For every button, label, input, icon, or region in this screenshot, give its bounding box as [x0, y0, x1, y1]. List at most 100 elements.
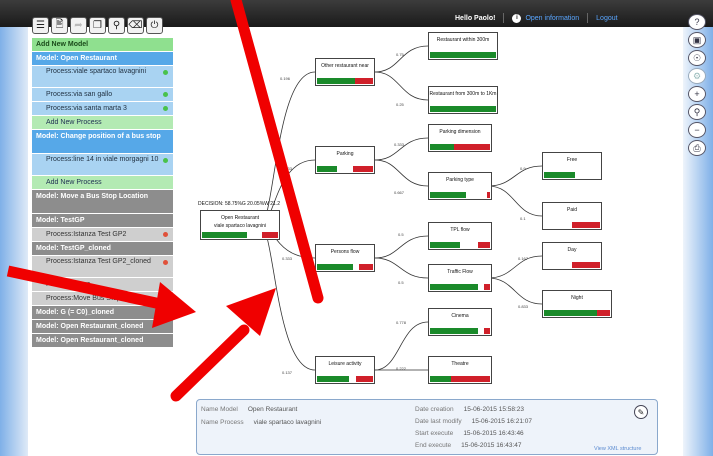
info-name-process: Name Process viale spartaco lavagnini: [201, 419, 321, 426]
logout-link[interactable]: Logout: [596, 15, 617, 22]
score-bar: [544, 222, 600, 228]
bar-green: [430, 106, 496, 112]
sidebar-process-item[interactable]: Process:viale spartaco lavagnini: [32, 66, 173, 88]
copy-icon[interactable]: ❐: [89, 17, 106, 34]
process-info-panel: Name Model Open Restaurant Name Process vi…: [196, 399, 658, 455]
info-key: Name Process: [201, 419, 244, 426]
target-icon[interactable]: ☉: [688, 50, 706, 66]
window-icon[interactable]: ▣: [688, 32, 706, 48]
bar-red: [355, 78, 373, 84]
node-parking-dimension[interactable]: Parking dimension: [428, 124, 492, 152]
bar-white: [336, 166, 354, 172]
probability-label: 0.25: [396, 102, 404, 107]
node-paid[interactable]: Paid: [542, 202, 602, 230]
bar-green: [430, 52, 496, 58]
bar-green: [430, 328, 478, 334]
bar-red: [572, 222, 600, 228]
node-traffic-flow[interactable]: Traffic Flow: [428, 264, 492, 292]
zoom-in-icon[interactable]: +: [688, 86, 706, 102]
add-new-model-button[interactable]: Add New Model: [32, 38, 173, 52]
info-value: viale spartaco lavagnini: [253, 419, 322, 426]
process-label: Process:Move Bus Stop: [46, 295, 121, 302]
node-from-300-1km[interactable]: Restaurant from 300m to 1Km: [428, 86, 498, 114]
sidebar-process-item[interactable]: Process:via santa marta 3: [32, 102, 173, 116]
bar-red: [353, 166, 373, 172]
node-title: Traffic Flow: [447, 269, 473, 275]
sidebar-process-item[interactable]: Process:Move: [32, 278, 173, 292]
zoom-fit-icon[interactable]: ⚲: [688, 104, 706, 120]
document-icon[interactable]: 🖹: [51, 17, 68, 34]
status-dot-icon: [163, 260, 168, 265]
bar-red: [596, 310, 610, 316]
bar-green: [430, 376, 451, 382]
score-bar: [544, 310, 610, 316]
sidebar-process-item[interactable]: Process:via san gallo: [32, 88, 173, 102]
node-leisure-activity[interactable]: Leisure activity: [315, 356, 375, 384]
view-xml-link[interactable]: View XML structure: [594, 446, 641, 452]
node-title: Leisure activity: [328, 361, 362, 367]
sidebar-process-item[interactable]: Process:Istanza Test GP2_cloned: [32, 256, 173, 278]
node-subtitle: viale spartaco lavagnini: [214, 223, 266, 229]
delete-icon[interactable]: ⌫: [127, 17, 144, 34]
probability-label: 0.1: [520, 216, 526, 221]
menu-icon[interactable]: ☰: [32, 17, 49, 34]
info-date-creation: Date creation 15-06-2015 15:58:23: [415, 406, 524, 413]
search-icon[interactable]: ⚲: [108, 17, 125, 34]
sidebar-model-open-restaurant-cloned[interactable]: Model: Open Restaurant_cloned: [32, 334, 173, 348]
score-bar: [544, 172, 600, 178]
node-other-restaurant[interactable]: Other restaurant near: [315, 58, 375, 86]
node-parking-type[interactable]: Parking type: [428, 172, 492, 200]
zoom-out-icon[interactable]: −: [688, 122, 706, 138]
bar-white: [544, 222, 572, 228]
node-free[interactable]: Free: [542, 152, 602, 180]
help-icon[interactable]: ?: [688, 14, 706, 30]
add-new-process-button[interactable]: Add New Process: [32, 116, 173, 130]
sidebar-model-open-restaurant[interactable]: Model: Open Restaurant: [32, 52, 173, 66]
bar-red: [262, 232, 278, 238]
probability-label: 0.333: [282, 166, 293, 171]
node-title: Free: [566, 157, 578, 163]
probability-label: 0.222: [396, 366, 407, 371]
edit-icon[interactable]: ✎: [634, 405, 648, 419]
bar-red: [484, 328, 490, 334]
node-title: Persons flow: [330, 249, 360, 255]
settings-icon[interactable]: ⚙: [688, 68, 706, 84]
open-information-link[interactable]: i Open information: [512, 13, 579, 23]
node-tpl-flow[interactable]: TPL flow: [428, 222, 492, 250]
sidebar-model-testgp-cloned[interactable]: Model: TestGP_cloned: [32, 242, 173, 256]
sidebar-model-change-bus-stop[interactable]: Model: Change position of a bus stop: [32, 130, 173, 154]
sidebar-model-move-bus-stop[interactable]: Model: Move a Bus Stop Location: [32, 190, 173, 214]
sidebar-process-item[interactable]: Process:line 14 in viale morgagni 10: [32, 154, 173, 176]
node-persons-flow[interactable]: Persons flow: [315, 244, 375, 272]
bar-red: [478, 242, 490, 248]
node-night[interactable]: Night: [542, 290, 612, 318]
print-icon[interactable]: ⎙: [688, 140, 706, 156]
right-toolbar: ? ▣ ☉ ⚙ + ⚲ − ⎙: [688, 14, 706, 156]
greeting-text: Hello Paolo!: [455, 14, 496, 22]
sidebar-model-open-restaurant-cloned[interactable]: Model: Open Restaurant_cloned: [32, 320, 173, 334]
score-bar: [317, 78, 373, 84]
bar-green: [317, 78, 356, 84]
status-dot-icon: [163, 232, 168, 237]
root-node[interactable]: Open Restaurant viale spartaco lavagnini: [200, 210, 280, 240]
bar-green: [430, 242, 460, 248]
score-bar: [317, 166, 373, 172]
power-icon[interactable]: ⏻: [146, 17, 163, 34]
node-theatre[interactable]: Theatre: [428, 356, 492, 384]
node-parking[interactable]: Parking: [315, 146, 375, 174]
add-new-process-button[interactable]: Add New Process: [32, 176, 173, 190]
status-dot-icon: [163, 92, 168, 97]
sidebar: Add New Model Model: Open Restaurant Pro…: [32, 38, 173, 372]
node-within-300[interactable]: Restaurant within 300m: [428, 32, 498, 60]
bar-red: [358, 264, 373, 270]
probability-label: 0.167: [518, 256, 529, 261]
node-cinema[interactable]: Cinema: [428, 308, 492, 336]
forward-icon[interactable]: ➦: [70, 17, 87, 34]
info-name-model: Name Model Open Restaurant: [201, 406, 297, 413]
sidebar-process-item[interactable]: Process:Move Bus Stop: [32, 292, 173, 306]
sidebar-model-g-c0-cloned[interactable]: Model: G (= C0)_cloned: [32, 306, 173, 320]
node-title: Restaurant within 300m: [436, 37, 490, 43]
sidebar-process-item[interactable]: Process:Istanza Test GP2: [32, 228, 173, 242]
sidebar-model-testgp[interactable]: Model: TestGP: [32, 214, 173, 228]
node-day[interactable]: Day: [542, 242, 602, 270]
